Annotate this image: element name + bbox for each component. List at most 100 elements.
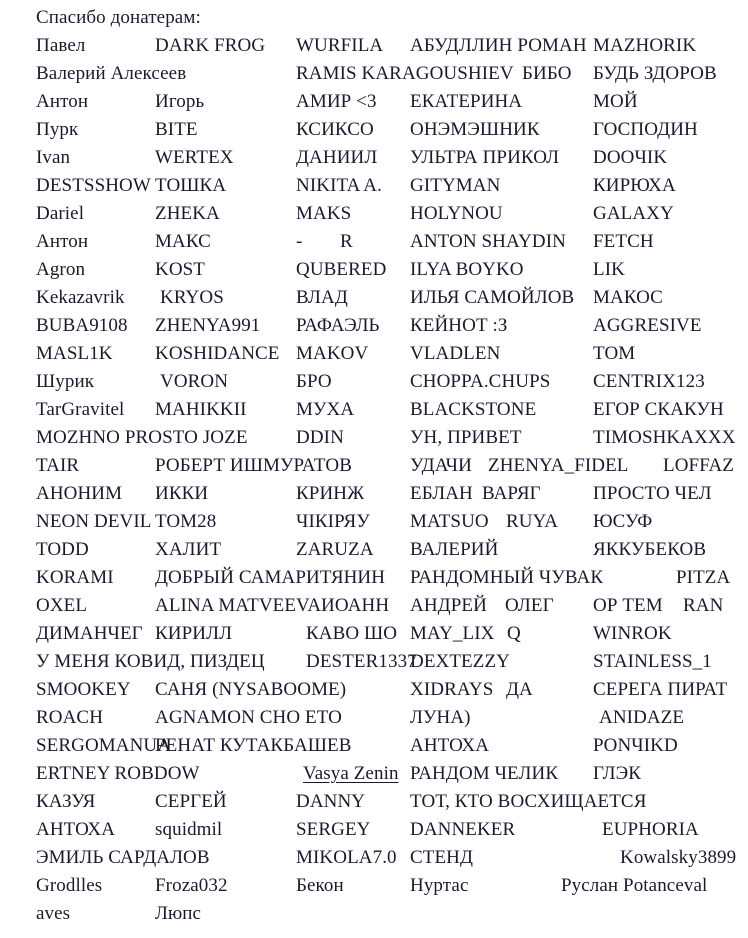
donor-name: МУХА	[296, 399, 355, 420]
donor-name: ТОТ, КТО ВОСХИЩАЕТСЯ	[410, 791, 647, 812]
donor-name: РОБЕРТ ИШМУРАТОВ	[155, 455, 352, 476]
donor-name: SMOOKEY	[36, 679, 131, 700]
donor-name: BLACKSTONE	[410, 399, 537, 420]
donor-name: КИРИЛЛ	[155, 623, 233, 644]
donor-name: Шурик	[36, 371, 95, 392]
donor-name: АНОНИМ	[36, 483, 123, 504]
credits-row: Валерий Алексеев RAMIS KARAGOUSHIEV БИБО БУ…	[0, 60, 748, 88]
credits-row: MASL1K KOSHIDANCE MAKOV VLADLEN ТОМ	[0, 340, 748, 368]
credits-row: Ivan WERTEX ДАНИИЛ УЛЬТРА ПРИКОЛ DOOЧIK	[0, 144, 748, 172]
donor-name: MASL1K	[36, 343, 113, 364]
credits-row: Dariel ZHEKA MAKS HOLYNOU GALAXY	[0, 200, 748, 228]
donor-name: КАВО ШО	[306, 623, 398, 644]
donor-name: ДА	[506, 679, 533, 700]
donor-name: САНЯ (NYSABOOME)	[155, 679, 347, 700]
donor-name: TarGravitel	[36, 399, 125, 420]
donor-name: XIDRAYS	[410, 679, 494, 700]
donor-name: RUYA	[506, 511, 559, 532]
donor-name: СЕРГЕЙ	[155, 791, 227, 812]
donor-name: HOLYNOU	[410, 203, 503, 224]
credits-row: Антон Игорь АМИР <3 ЕКАТЕРИНА МОЙ	[0, 88, 748, 116]
donor-name: БИБО	[522, 63, 572, 84]
donor-name: NEON DEVIL	[36, 511, 152, 532]
donor-name: ОР ТЕМ	[593, 595, 663, 616]
donor-name: АНТОХА	[410, 735, 490, 756]
donor-name: AGNAMON CHO ETO	[155, 707, 342, 728]
donor-name: ЧІКІРЯУ	[296, 511, 370, 532]
donor-name: ЮСУФ	[593, 511, 653, 532]
donor-name: ТОМ	[593, 343, 636, 364]
donor-name: TOM28	[155, 511, 217, 532]
donor-name: Валерий Алексеев	[36, 63, 187, 84]
donor-name: MAHIKKII	[155, 399, 247, 420]
donor-name: CENTRIX123	[593, 371, 705, 392]
donor-name: КРИНЖ	[296, 483, 365, 504]
credits-heading: Спасибо донатерам:	[36, 7, 201, 28]
donor-name: WERTEX	[155, 147, 234, 168]
credits-row: Шурик VORON БРО CHOPPA.CHUPS CENTRIX123	[0, 368, 748, 396]
donor-name: АБУДЛЛИН РОМАН	[410, 35, 587, 56]
donor-name: ОЛЕГ	[505, 595, 554, 616]
donor-name-link[interactable]: Vasya Zenin	[303, 760, 399, 788]
donor-name: LOFFAZ	[663, 455, 734, 476]
donor-name: КАЗУЯ	[36, 791, 96, 812]
donor-name: ЕГОР СКАКУН	[593, 399, 724, 420]
donor-name: МАКОС	[593, 287, 663, 308]
donor-name: EUPHORIA	[602, 819, 699, 840]
donor-name: ZHEKA	[155, 203, 220, 224]
donor-name: NIKITA A.	[296, 175, 382, 196]
donor-name: squidmil	[155, 819, 223, 840]
donor-name: ДИМАНЧЕГ	[36, 623, 143, 644]
donor-name: MAKOV	[296, 343, 369, 364]
donor-name: ДОБРЫЙ САМАРИТЯНИН	[155, 567, 386, 588]
donor-name: DANNY	[296, 791, 366, 812]
donor-name: KORAMI	[36, 567, 114, 588]
donor-name: УН, ПРИВЕТ	[410, 427, 522, 448]
donor-name: ЕБЛАН	[410, 483, 473, 504]
credits-row: TAIR РОБЕРТ ИШМУРАТОВ УДАЧИ ZHENYA_FIDEL LOF…	[0, 452, 748, 480]
donor-name: SERGOMANUA	[36, 735, 172, 756]
donor-name: ИЛЬЯ САМОЙЛОВ	[410, 287, 575, 308]
donor-name: DESTSSHOW	[36, 175, 151, 196]
credits-row: Kekazavrik KRYOS ВЛАД ИЛЬЯ САМОЙЛОВ МАКОС	[0, 284, 748, 312]
donor-credits-list: Спасибо донатерам: Павел DARK FROG WURFILA…	[0, 0, 748, 938]
credits-row: ROACH AGNAMON CHO ETO ЛУНА) ANIDAZE	[0, 704, 748, 732]
donor-name: Антон	[36, 231, 89, 252]
donor-name: AGGRESIVE	[593, 315, 702, 336]
donor-name: Froza032	[155, 875, 228, 896]
donor-name: MAY_LIX	[410, 623, 495, 644]
donor-name: WURFILA	[296, 35, 384, 56]
donor-name: KOST	[155, 259, 206, 280]
donor-name: ОНЭМЭШНИК	[410, 119, 540, 140]
donor-name: RAN	[683, 595, 724, 616]
donor-name: TAIR	[36, 455, 80, 476]
donor-name: ROACH	[36, 707, 104, 728]
donor-name: GALAXY	[593, 203, 674, 224]
donor-name: VLADLEN	[410, 343, 501, 364]
donor-name: SERGEY	[296, 819, 371, 840]
credits-row: SMOOKEY САНЯ (NYSABOOME) XIDRAYS ДА СЕРЕГА П…	[0, 676, 748, 704]
donor-name: ЯККУБЕКОВ	[593, 539, 707, 560]
donor-name: Agron	[36, 259, 86, 280]
donor-name: DESTER1337	[306, 651, 417, 672]
credits-row: АНТОХА squidmil SERGEY DANNEKER EUPHORIA	[0, 816, 748, 844]
credits-row: KORAMI ДОБРЫЙ САМАРИТЯНИН РАНДОМНЫЙ ЧУВАК P…	[0, 564, 748, 592]
credits-row: Павел DARK FROG WURFILA АБУДЛЛИН РОМАН MAZHO…	[0, 32, 748, 60]
donor-name: STAINLESS_1	[593, 651, 712, 672]
donor-name: Q	[507, 623, 521, 644]
donor-name: ANIDAZE	[599, 707, 685, 728]
credits-row: BUBA9108 ZHENYA991 РАФАЭЛЬ КЕЙНОТ :З AGGRESI…	[0, 312, 748, 340]
credits-row: У МЕНЯ КОВИД, ПИЗДЕЦ DESTER1337 DEXTEZZY ST…	[0, 648, 748, 676]
donor-name: АНТОХА	[36, 819, 116, 840]
donor-name: Ivan	[36, 147, 71, 168]
donor-name: АМИР <3	[296, 91, 377, 112]
donor-name: PITZA	[676, 567, 731, 588]
donor-name: ЛУНА)	[410, 707, 471, 728]
donor-name: WINROK	[593, 623, 672, 644]
donor-name: УЛЬТРА ПРИКОЛ	[410, 147, 560, 168]
donor-name: DOOЧIK	[593, 147, 668, 168]
donor-name: Руслан Potanceval	[561, 875, 708, 896]
donor-name: MIKOLA7.0	[296, 847, 397, 868]
donor-name: Антон	[36, 91, 89, 112]
credits-row: aves Люпс	[0, 900, 748, 928]
